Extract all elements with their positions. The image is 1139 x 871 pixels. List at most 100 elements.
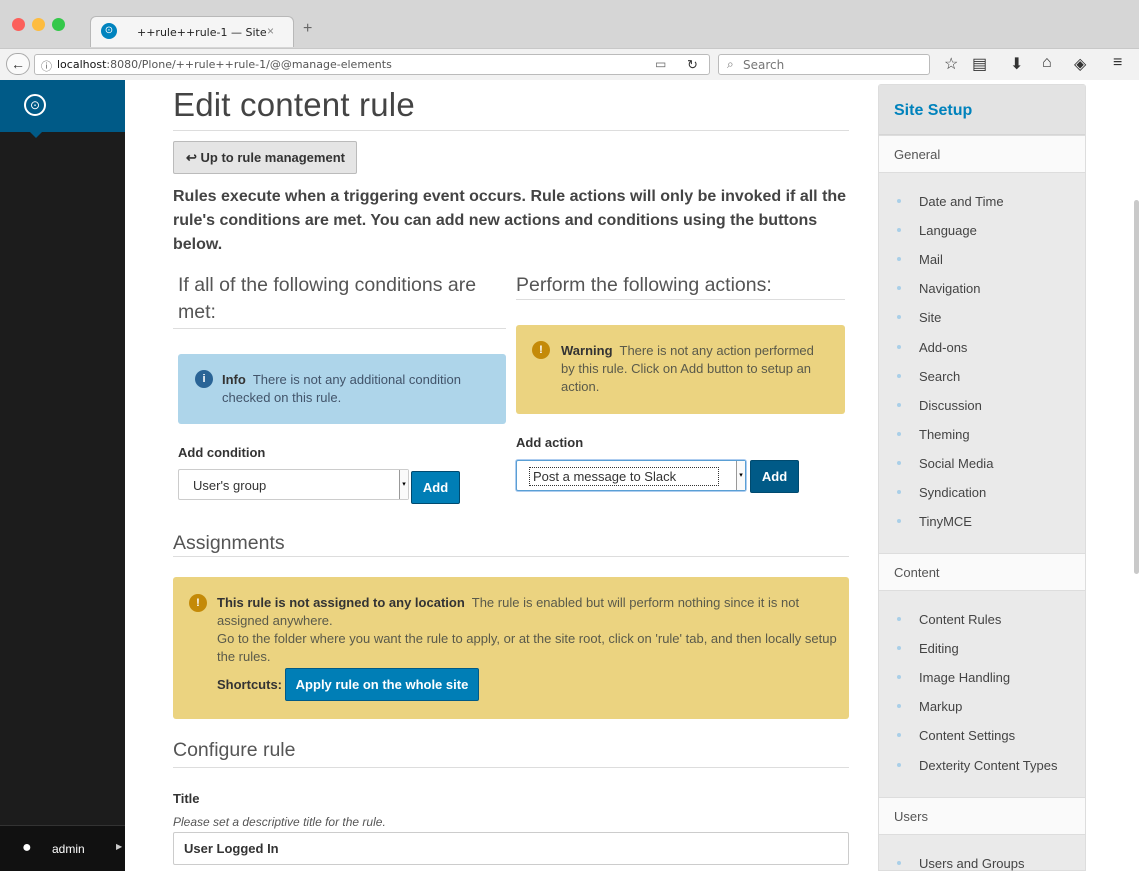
sidebar-group-label: General bbox=[894, 147, 941, 162]
add-condition-select[interactable]: User's group ▾ bbox=[178, 469, 409, 500]
search-input[interactable] bbox=[743, 57, 923, 72]
sidebar-item-label: Content Rules bbox=[919, 612, 1002, 627]
sidebar-item[interactable]: Mail bbox=[879, 250, 1085, 272]
menu-icon[interactable]: ≡ bbox=[1113, 54, 1122, 72]
logo-caret bbox=[30, 132, 42, 138]
search-bar[interactable]: ⌕ bbox=[718, 54, 930, 75]
sidebar-item[interactable]: Site bbox=[879, 308, 1085, 330]
pocket-icon[interactable]: ◈ bbox=[1074, 54, 1086, 74]
bookmark-star-icon[interactable]: ☆ bbox=[944, 54, 958, 74]
bullet-icon bbox=[897, 490, 901, 494]
sidebar-item-label: Social Media bbox=[919, 455, 994, 471]
apply-rule-whole-site-button[interactable]: Apply rule on the whole site bbox=[285, 668, 479, 701]
sidebar-item-label: Editing bbox=[919, 641, 959, 657]
sidebar-group-2: Users bbox=[879, 797, 1085, 835]
assignments-divider bbox=[173, 556, 849, 557]
sidebar-item-label: Theming bbox=[919, 426, 970, 442]
site-setup-title[interactable]: Site Setup bbox=[894, 102, 972, 120]
sidebar-item[interactable]: Language bbox=[879, 221, 1085, 243]
configure-heading: Configure rule bbox=[173, 739, 296, 761]
bullet-icon bbox=[897, 344, 901, 349]
bullet-icon bbox=[897, 646, 901, 651]
url-text[interactable]: localhost:8080/Plone/++rule++rule-1/@@ma… bbox=[57, 58, 392, 71]
add-action-button[interactable]: Add bbox=[750, 460, 799, 493]
minimize-window-button[interactable] bbox=[32, 18, 45, 31]
sidebar-item-label: Image Handling bbox=[919, 670, 1011, 686]
condition-select-value: User's group bbox=[193, 478, 267, 493]
user-menu[interactable]: ● admin ▶ bbox=[0, 825, 125, 871]
home-icon[interactable]: ⌂ bbox=[1042, 54, 1052, 72]
info-icon: i bbox=[195, 370, 213, 388]
sidebar-item[interactable]: Discussion bbox=[879, 396, 1085, 418]
warning-title: Warning bbox=[561, 343, 613, 358]
browser-tab[interactable]: ⊙ ++rule++rule-1 — Site × bbox=[90, 16, 294, 47]
scrollbar[interactable] bbox=[1134, 200, 1139, 574]
actions-divider bbox=[516, 299, 845, 300]
sidebar-item[interactable]: TinyMCE bbox=[879, 512, 1085, 534]
actions-warning-alert: ! Warning There is not any action perfor… bbox=[516, 325, 845, 414]
sidebar-item[interactable]: Content Settings bbox=[879, 726, 1085, 748]
reading-list-icon[interactable]: ▤ bbox=[972, 54, 987, 74]
tab-title: ++rule++rule-1 — Site bbox=[137, 26, 267, 39]
sidebar-item-label: TinyMCE bbox=[919, 514, 972, 530]
sidebar-item[interactable]: Theming bbox=[879, 425, 1085, 447]
expand-arrow-icon: ▶ bbox=[116, 842, 123, 851]
sidebar-item[interactable]: Add-ons bbox=[879, 338, 1085, 360]
bullet-icon bbox=[897, 675, 901, 680]
chevron-down-icon: ▾ bbox=[399, 470, 408, 499]
sidebar-item[interactable]: Syndication bbox=[879, 483, 1085, 505]
nav-bar: ← ⓘ localhost:8080/Plone/++rule++rule-1/… bbox=[0, 48, 1139, 80]
browser-chrome: ⊙ ++rule++rule-1 — Site × + ← ⓘ localhos… bbox=[0, 0, 1139, 80]
plone-logo-button[interactable]: ⊙ bbox=[0, 80, 125, 138]
bullet-icon bbox=[897, 199, 901, 203]
add-action-select[interactable]: Post a message to Slack ▾ bbox=[516, 460, 746, 491]
reload-icon[interactable]: ↻ bbox=[687, 57, 698, 73]
page-title: Edit content rule bbox=[173, 86, 415, 123]
reader-view-icon[interactable]: ▭ bbox=[655, 57, 666, 71]
plone-logo-icon: ⊙ bbox=[24, 94, 46, 116]
sidebar-item[interactable]: Navigation bbox=[879, 279, 1085, 301]
site-setup-sidebar: Site Setup General Date and Time Language M… bbox=[878, 84, 1086, 871]
sidebar-item[interactable]: Dexterity Content Types bbox=[879, 756, 1085, 778]
bullet-icon bbox=[897, 861, 901, 865]
sidebar-item[interactable]: Editing bbox=[879, 639, 1085, 661]
back-button[interactable]: ← bbox=[6, 53, 30, 75]
url-bar[interactable]: ⓘ localhost:8080/Plone/++rule++rule-1/@@… bbox=[34, 54, 710, 75]
sidebar-item[interactable]: Date and Time bbox=[879, 192, 1085, 214]
sidebar-item[interactable]: Social Media bbox=[879, 454, 1085, 476]
sidebar-group-1: Content bbox=[879, 553, 1085, 591]
add-condition-button[interactable]: Add bbox=[411, 471, 460, 504]
bullet-icon bbox=[897, 286, 901, 291]
bullet-icon bbox=[897, 617, 901, 621]
title-field-label: Title bbox=[173, 791, 200, 806]
assignments-heading: Assignments bbox=[173, 532, 285, 554]
sidebar-item[interactable]: Search bbox=[879, 367, 1085, 389]
bullet-icon bbox=[897, 431, 901, 436]
info-icon[interactable]: ⓘ bbox=[41, 58, 52, 74]
conditions-info-alert: i Info There is not any additional condi… bbox=[178, 354, 506, 424]
zoom-window-button[interactable] bbox=[52, 18, 65, 31]
title-divider bbox=[173, 130, 849, 131]
assignment-warning-title: This rule is not assigned to any locatio… bbox=[217, 595, 465, 610]
bullet-icon bbox=[897, 228, 901, 233]
sidebar-item[interactable]: Image Handling bbox=[879, 668, 1085, 690]
tab-close-icon[interactable]: × bbox=[267, 24, 274, 38]
bullet-icon bbox=[897, 733, 901, 738]
info-title: Info bbox=[222, 372, 246, 387]
bullet-icon bbox=[897, 257, 901, 262]
action-select-value: Post a message to Slack bbox=[529, 467, 719, 486]
configure-divider bbox=[173, 767, 849, 768]
site-setup-header: Site Setup bbox=[879, 85, 1085, 135]
new-tab-button[interactable]: + bbox=[303, 20, 312, 38]
title-input[interactable] bbox=[173, 832, 849, 865]
close-window-button[interactable] bbox=[12, 18, 25, 31]
sidebar-item-label: Mail bbox=[919, 252, 943, 268]
bullet-icon bbox=[897, 460, 901, 465]
downloads-icon[interactable]: ⬇ bbox=[1010, 54, 1023, 74]
sidebar-item[interactable]: Markup bbox=[879, 697, 1085, 719]
sidebar-item[interactable]: Content Rules bbox=[879, 610, 1085, 632]
sidebar-item-label: Content Settings bbox=[919, 728, 1016, 744]
warning-icon: ! bbox=[532, 341, 550, 359]
sidebar-item[interactable]: Users and Groups bbox=[879, 854, 1085, 871]
up-to-rule-management-button[interactable]: ↩ Up to rule management bbox=[173, 141, 357, 174]
